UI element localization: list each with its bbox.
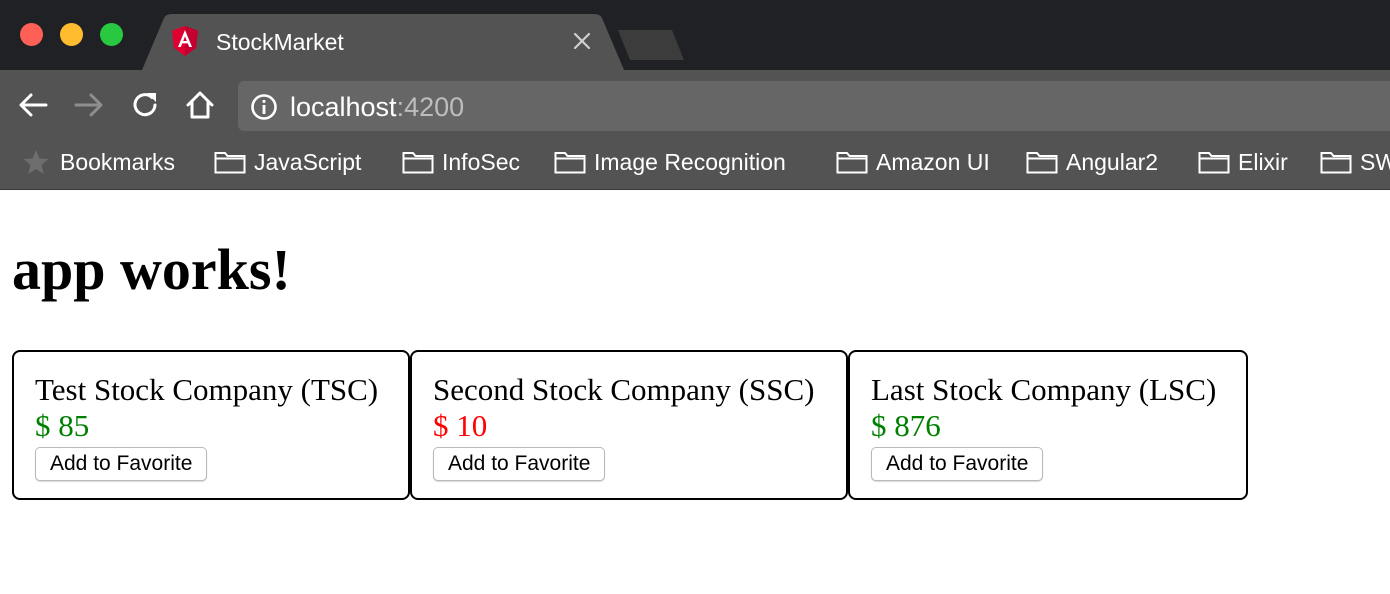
- bookmark-folder-amazon-ui[interactable]: Amazon UI: [836, 138, 990, 186]
- bookmarks-bar: Bookmarks JavaScript InfoSec Image Recog…: [0, 138, 1390, 190]
- folder-icon: [1198, 152, 1230, 174]
- browser-tab-active[interactable]: StockMarket: [142, 14, 624, 70]
- back-arrow-icon[interactable]: [16, 88, 50, 122]
- stock-name: Second Stock Company (SSC): [433, 372, 815, 407]
- bookmark-folder-elixir[interactable]: Elixir: [1198, 138, 1288, 186]
- url-host: localhost: [290, 92, 397, 122]
- add-to-favorite-button[interactable]: Add to Favorite: [871, 447, 1044, 481]
- stock-card-tsc: Test Stock Company (TSC) $ 85 Add to Fav…: [12, 350, 410, 500]
- stock-price: $ 10: [433, 408, 488, 443]
- stock-price: $ 85: [35, 408, 90, 443]
- bookmark-bookmarks[interactable]: Bookmarks: [60, 138, 175, 186]
- folder-icon: [836, 152, 868, 174]
- stock-price: $ 876: [871, 408, 941, 443]
- browser-title-bar: StockMarket: [0, 0, 1390, 70]
- stock-name: Test Stock Company (TSC): [35, 372, 379, 407]
- folder-icon: [1320, 152, 1352, 174]
- bookmark-folder-angular2[interactable]: Angular2: [1026, 138, 1158, 186]
- minimize-window-button[interactable]: [60, 23, 83, 46]
- stock-name: Last Stock Company (LSC): [871, 372, 1217, 407]
- reload-icon[interactable]: [128, 88, 162, 122]
- stock-card-ssc: Second Stock Company (SSC) $ 10 Add to F…: [410, 350, 848, 500]
- new-tab-button[interactable]: [618, 30, 684, 60]
- bookmark-folder-sw[interactable]: SW: [1320, 138, 1390, 186]
- bookmark-folder-javascript[interactable]: JavaScript: [214, 138, 361, 186]
- forward-arrow-icon[interactable]: [72, 88, 106, 122]
- bookmark-folder-infosec[interactable]: InfoSec: [402, 138, 520, 186]
- folder-icon: [554, 152, 586, 174]
- close-window-button[interactable]: [20, 23, 43, 46]
- add-to-favorite-button[interactable]: Add to Favorite: [433, 447, 606, 481]
- address-url[interactable]: localhost:4200: [290, 91, 464, 123]
- star-icon: [23, 150, 49, 174]
- page-heading: app works!: [12, 237, 291, 302]
- folder-icon: [1026, 152, 1058, 174]
- bookmark-folder-image-recognition[interactable]: Image Recognition: [554, 138, 786, 186]
- url-port: :4200: [396, 92, 465, 122]
- home-icon[interactable]: [183, 88, 217, 122]
- folder-icon: [214, 152, 246, 174]
- angular-logo-icon: [172, 26, 198, 56]
- tab-title: StockMarket: [216, 29, 344, 55]
- tab-close-icon[interactable]: [572, 30, 592, 52]
- folder-icon: [402, 152, 434, 174]
- site-info-icon[interactable]: [250, 93, 278, 121]
- maximize-window-button[interactable]: [100, 23, 123, 46]
- stock-card-lsc: Last Stock Company (LSC) $ 876 Add to Fa…: [848, 350, 1248, 500]
- add-to-favorite-button[interactable]: Add to Favorite: [35, 447, 208, 481]
